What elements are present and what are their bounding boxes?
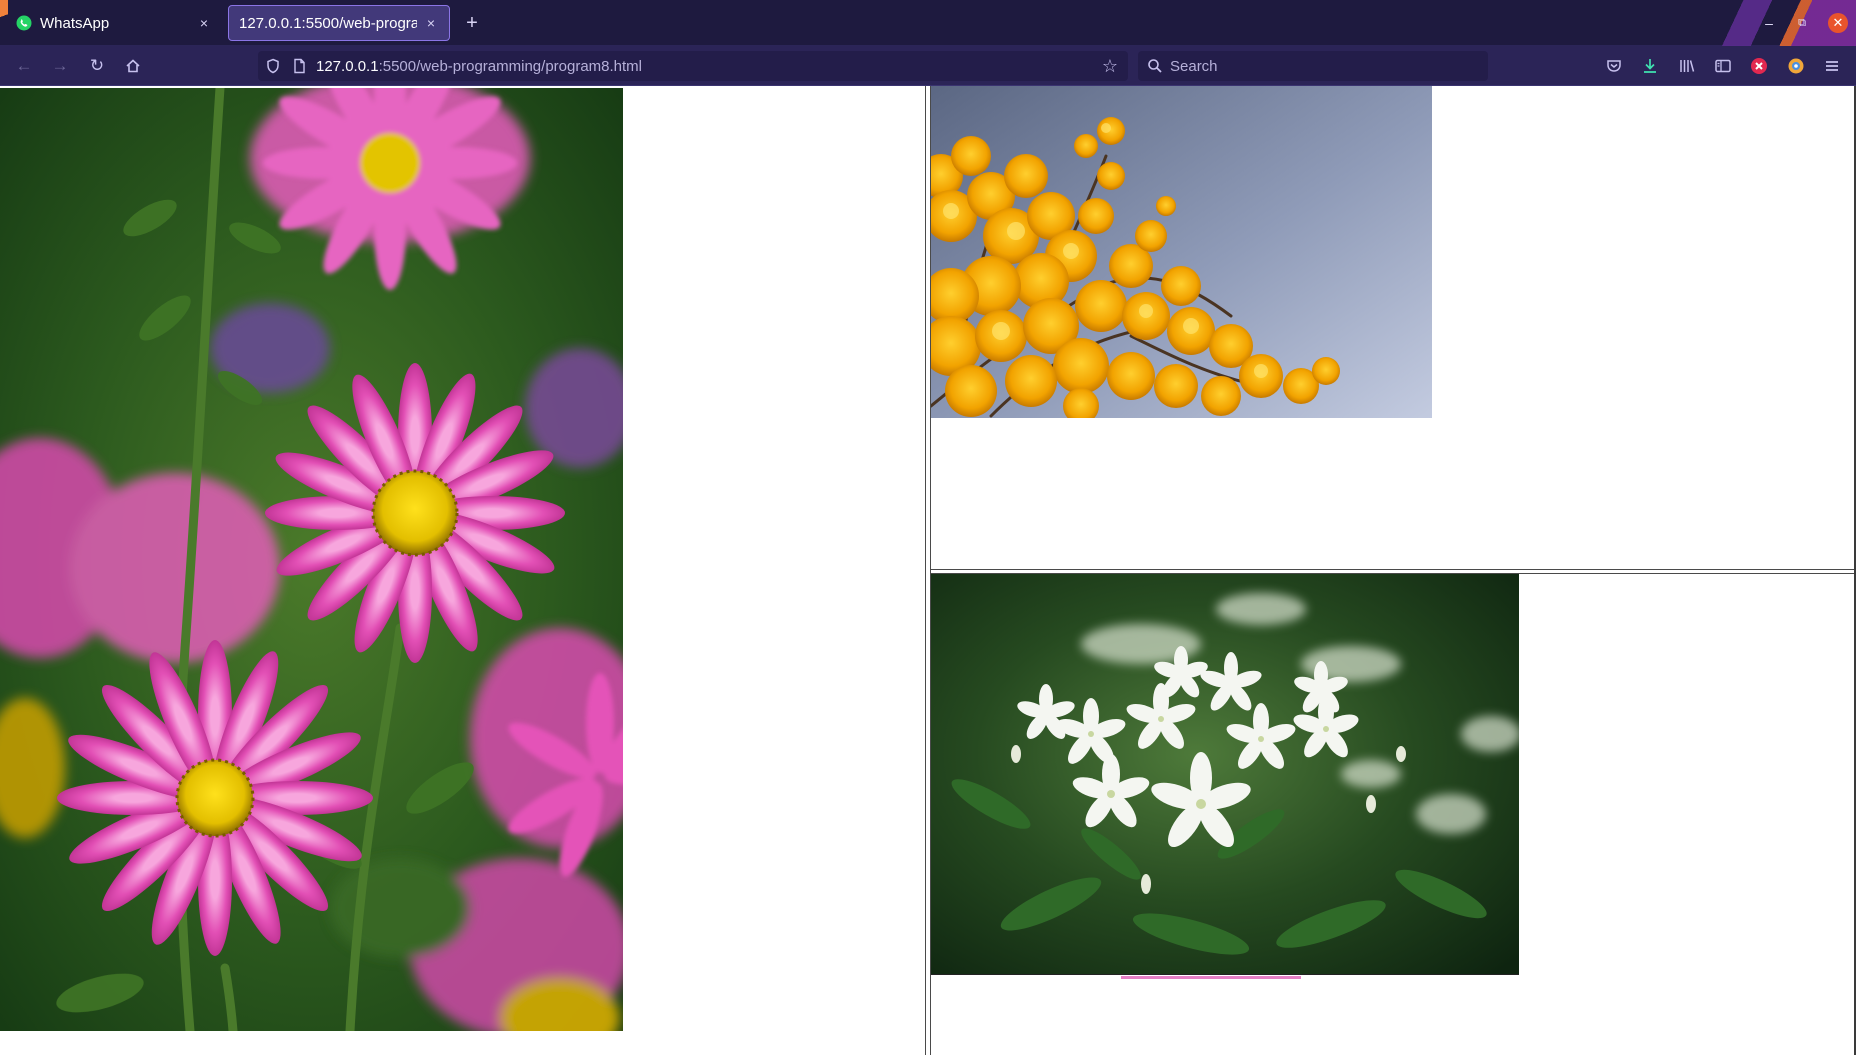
tab-program8[interactable]: 127.0.0.1:5500/web-program × bbox=[228, 5, 450, 41]
right-bottom-frame bbox=[931, 574, 1856, 1055]
forward-button[interactable]: → bbox=[49, 55, 71, 77]
new-tab-button[interactable]: + bbox=[461, 12, 483, 34]
white-jasmine-flowers-image bbox=[931, 574, 1519, 974]
whatsapp-icon bbox=[16, 15, 32, 31]
left-frame bbox=[0, 86, 925, 1055]
restore-button[interactable]: ⧉ bbox=[1793, 14, 1811, 32]
url-path: :5500/web-programming/program8.html bbox=[378, 57, 643, 75]
bookmark-star-icon[interactable]: ☆ bbox=[1099, 55, 1121, 77]
url-host: 127.0.0.1 bbox=[316, 57, 379, 75]
url-text: 127.0.0.1:5500/web-programming/program8.… bbox=[316, 58, 642, 75]
page-info-icon[interactable] bbox=[290, 57, 308, 75]
yellow-flowering-tree-image bbox=[931, 86, 1432, 418]
pink-aster-flowers-image bbox=[0, 88, 623, 1031]
shield-icon[interactable] bbox=[264, 57, 282, 75]
tab-whatsapp[interactable]: WhatsApp × bbox=[6, 5, 222, 41]
tab-title: 127.0.0.1:5500/web-program bbox=[239, 14, 417, 32]
search-icon bbox=[1146, 57, 1164, 75]
close-icon[interactable]: × bbox=[423, 15, 439, 31]
sidebar-icon[interactable] bbox=[1713, 56, 1733, 76]
library-icon[interactable] bbox=[1677, 56, 1697, 76]
pocket-icon[interactable] bbox=[1604, 56, 1624, 76]
downloads-icon[interactable] bbox=[1640, 56, 1660, 76]
next-image-peek bbox=[1121, 976, 1301, 979]
address-bar[interactable]: 127.0.0.1:5500/web-programming/program8.… bbox=[258, 51, 1128, 81]
search-bar[interactable]: Search bbox=[1138, 51, 1488, 81]
page-viewport bbox=[0, 86, 1856, 1055]
reload-button[interactable]: ↻ bbox=[86, 55, 108, 77]
menu-icon[interactable] bbox=[1822, 56, 1842, 76]
search-placeholder: Search bbox=[1170, 57, 1218, 75]
navigation-toolbar: ← → ↻ 127.0.0.1:5500/web-programming/pro… bbox=[0, 46, 1856, 86]
right-top-frame bbox=[931, 86, 1856, 570]
window-close-button[interactable]: ✕ bbox=[1828, 13, 1848, 33]
extension-icon[interactable] bbox=[1786, 56, 1806, 76]
image-bottom-edge bbox=[931, 974, 1519, 983]
home-icon bbox=[126, 59, 140, 73]
close-icon[interactable]: × bbox=[196, 15, 212, 31]
home-button[interactable] bbox=[122, 55, 144, 77]
tab-title: WhatsApp bbox=[40, 14, 110, 32]
blocked-extension-icon[interactable] bbox=[1749, 56, 1769, 76]
tab-strip: WhatsApp × 127.0.0.1:5500/web-program × … bbox=[0, 0, 1856, 46]
minimize-button[interactable]: – bbox=[1760, 14, 1778, 32]
back-button[interactable]: ← bbox=[13, 55, 35, 77]
